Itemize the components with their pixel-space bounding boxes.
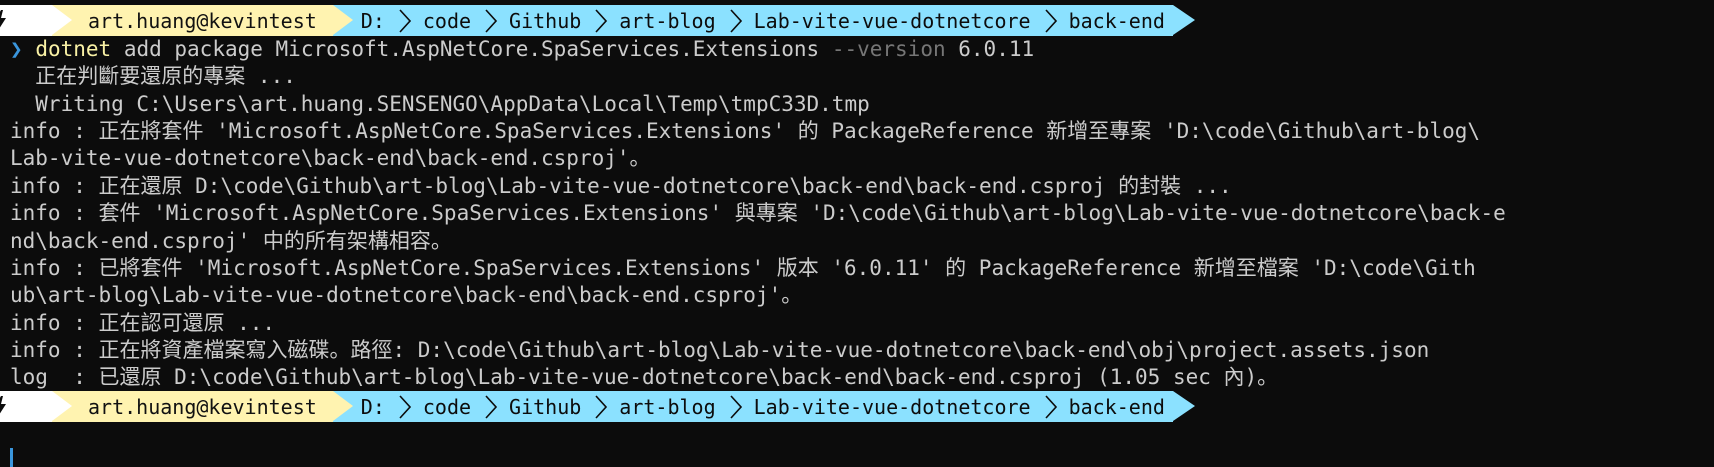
chevron-right-icon — [485, 394, 498, 419]
prompt-bolt-segment — [0, 5, 72, 36]
chevron-right-icon — [730, 394, 742, 419]
chevron-right-icon — [595, 8, 608, 33]
path-segment-github: Github — [509, 394, 582, 419]
path-segment-back-end: back-end — [1068, 394, 1165, 419]
output-line: info : 正在將資產檔案寫入磁碟。路徑: D:\code\Github\ar… — [10, 338, 1430, 362]
chevron-right-icon — [485, 8, 498, 33]
command-args: add package Microsoft.AspNetCore.SpaServ… — [111, 37, 832, 61]
prompt-end-arrow — [1172, 391, 1195, 421]
path-segment-code: code — [422, 394, 472, 419]
path-segment-art-blog: art-blog — [619, 8, 716, 33]
text-cursor[interactable] — [10, 448, 13, 467]
output-line: log : 已還原 D:\code\Github\art-blog\Lab-vi… — [10, 365, 1279, 389]
output-line: info : 正在將套件 'Microsoft.AspNetCore.SpaSe… — [10, 119, 1481, 143]
chevron-right-icon — [595, 394, 608, 419]
output-line: 正在判斷要還原的專案 ... — [10, 64, 296, 88]
prompt-bar-bottom: art.huang@kevintest D: code Github art-b… — [0, 391, 1714, 422]
output-line: info : 正在認可還原 ... — [10, 311, 276, 335]
path-segment-art-blog: art-blog — [619, 394, 716, 419]
output-line: ub\art-blog\Lab-vite-vue-dotnetcore\back… — [10, 283, 803, 307]
path-segment-drive: D: — [360, 8, 385, 33]
output-line: Writing C:\Users\art.huang.SENSENGO\AppD… — [10, 92, 870, 116]
user-host-label: art.huang@kevintest — [88, 8, 317, 33]
prompt-end-arrow — [1172, 5, 1195, 35]
path-segment-github: Github — [509, 8, 582, 33]
prompt-user-host: art.huang@kevintest — [52, 5, 353, 36]
chevron-right-icon — [1044, 394, 1057, 419]
output-line: info : 套件 'Microsoft.AspNetCore.SpaServi… — [10, 201, 1506, 225]
command-flag: --version — [831, 37, 946, 61]
path-segment-back-end: back-end — [1068, 8, 1165, 33]
command-program: dotnet — [35, 37, 112, 61]
prompt-bar-top: art.huang@kevintest D: code Github art-b… — [0, 5, 1714, 36]
path-segment-code: code — [422, 8, 472, 33]
chevron-right-icon — [1044, 8, 1057, 33]
chevron-right-icon — [399, 8, 411, 33]
output-line: info : 正在還原 D:\code\Github\art-blog\Lab-… — [10, 174, 1232, 198]
prompt-bolt-segment — [0, 391, 72, 422]
prompt-path: D: code Github art-blog Lab-vite-vue-dot… — [332, 5, 1173, 36]
prompt-symbol: ❯ — [10, 37, 23, 61]
path-segment-lab: Lab-vite-vue-dotnetcore — [753, 8, 1031, 33]
user-host-label: art.huang@kevintest — [88, 394, 317, 419]
path-segment-drive: D: — [360, 394, 385, 419]
chevron-right-icon — [730, 8, 742, 33]
output-line: info : 已將套件 'Microsoft.AspNetCore.SpaSer… — [10, 256, 1476, 280]
output-line: nd\back-end.csproj' 中的所有架構相容。 — [10, 229, 452, 253]
prompt-path: D: code Github art-blog Lab-vite-vue-dot… — [332, 391, 1173, 422]
output-line: Lab-vite-vue-dotnetcore\back-end\back-en… — [10, 146, 651, 170]
prompt-user-host: art.huang@kevintest — [52, 391, 353, 422]
path-segment-lab: Lab-vite-vue-dotnetcore — [753, 394, 1031, 419]
command-line: ❯ dotnet add package Microsoft.AspNetCor… — [10, 36, 1714, 63]
chevron-right-icon — [399, 394, 411, 419]
command-flag-value: 6.0.11 — [945, 37, 1035, 61]
